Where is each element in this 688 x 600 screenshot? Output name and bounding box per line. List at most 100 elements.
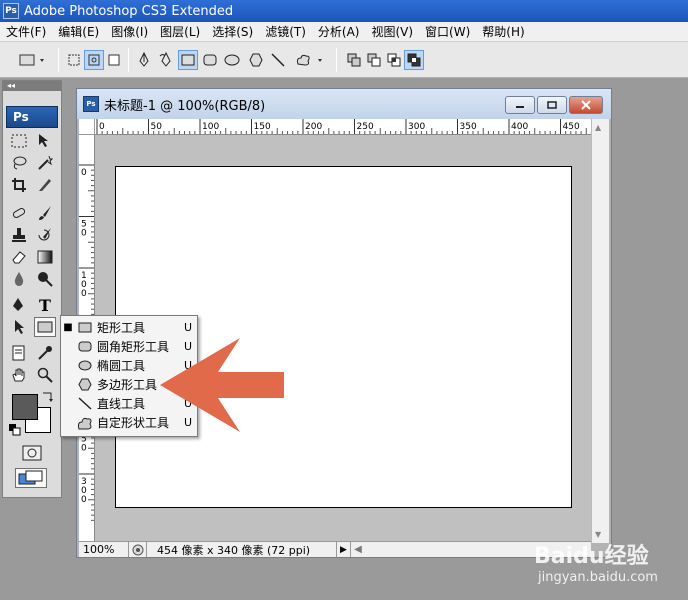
line-option[interactable] — [268, 50, 288, 70]
brush-tool[interactable] — [34, 203, 56, 223]
freeform-pen-icon — [159, 52, 171, 67]
ellipse-option[interactable] — [222, 50, 242, 70]
vertical-scrollbar[interactable]: ▲ ▼ — [591, 119, 609, 543]
rectangle-tool-option[interactable] — [178, 50, 198, 70]
swap-colors-icon[interactable] — [41, 391, 53, 406]
status-bar: 100% 454 像素 x 340 像素 (72 ppi) ▶ ◀ — [79, 541, 591, 557]
healing-brush-tool[interactable] — [8, 203, 30, 223]
tool-preset-picker[interactable] — [16, 50, 50, 70]
maximize-icon — [547, 101, 557, 109]
menu-file[interactable]: 文件(F) — [0, 23, 52, 40]
subtract-shape-button[interactable] — [364, 50, 384, 70]
zoom-tool[interactable] — [34, 365, 56, 385]
menu-bar: 文件(F) 编辑(E) 图像(I) 图层(L) 选择(S) 滤镜(T) 分析(A… — [0, 22, 688, 42]
options-bar — [0, 42, 688, 78]
toolbox-logo[interactable]: Ps — [6, 106, 58, 128]
slice-icon — [39, 179, 51, 191]
eyedropper-icon — [38, 346, 52, 360]
add-to-shape-button[interactable] — [344, 50, 364, 70]
menu-window[interactable]: 窗口(W) — [419, 23, 476, 40]
crop-tool[interactable] — [8, 175, 30, 195]
rectangle-icon — [78, 322, 92, 333]
lasso-tool[interactable] — [8, 153, 30, 173]
exclude-shape-button[interactable] — [404, 50, 424, 70]
horizontal-ruler[interactable]: 0 50 100 150 200 250 300 350 400 450 — [95, 119, 591, 135]
menu-layer[interactable]: 图层(L) — [154, 23, 206, 40]
clone-stamp-icon — [12, 228, 26, 242]
foreground-color-swatch[interactable] — [12, 394, 38, 420]
exclude-shape-icon — [407, 53, 421, 67]
type-tool[interactable]: T — [34, 295, 56, 315]
menu-view[interactable]: 视图(V) — [365, 23, 419, 40]
screen-mode-button[interactable] — [15, 468, 47, 488]
clone-stamp-tool[interactable] — [8, 225, 30, 245]
combine-shape-icon — [347, 53, 361, 67]
maximize-button[interactable] — [537, 96, 567, 114]
dodge-tool[interactable] — [34, 269, 56, 289]
intersect-shape-button[interactable] — [384, 50, 404, 70]
polygon-option[interactable] — [246, 50, 266, 70]
document-title: 未标题-1 @ 100%(RGB/8) — [104, 98, 266, 114]
zoom-level-field[interactable]: 100% — [79, 542, 129, 557]
move-icon — [39, 134, 48, 147]
status-menu-arrow-icon[interactable]: ▶ — [337, 542, 351, 557]
gradient-tool[interactable] — [34, 247, 56, 267]
paths-icon — [88, 54, 100, 66]
hand-tool[interactable] — [8, 365, 30, 385]
move-tool[interactable] — [34, 131, 56, 151]
scroll-up-icon[interactable]: ▲ — [595, 123, 601, 132]
menu-analysis[interactable]: 分析(A) — [312, 23, 366, 40]
menu-filter[interactable]: 滤镜(T) — [259, 23, 312, 40]
ruler-tick-label: 0 — [81, 229, 87, 239]
hand-icon — [12, 368, 25, 382]
separator — [128, 48, 129, 72]
pen-tool-button[interactable] — [134, 50, 154, 70]
document-icon: Ps — [83, 96, 99, 112]
menu-edit[interactable]: 编辑(E) — [52, 23, 105, 40]
type-icon: T — [39, 295, 51, 315]
path-selection-icon — [15, 320, 24, 334]
crop-icon — [12, 178, 26, 192]
shape-layers-button[interactable] — [64, 50, 84, 70]
scroll-left-icon[interactable]: ◀ — [351, 542, 365, 557]
brush-icon — [39, 206, 51, 220]
status-info-icon[interactable] — [129, 542, 147, 557]
toolbox-collapse[interactable]: ◂◂ — [3, 81, 61, 91]
quick-mask-button[interactable] — [21, 443, 43, 463]
eraser-icon — [12, 251, 26, 264]
healing-brush-icon — [12, 208, 26, 218]
custom-shape-icon — [296, 54, 322, 66]
menu-select[interactable]: 选择(S) — [206, 23, 259, 40]
eraser-tool[interactable] — [8, 247, 30, 267]
history-brush-tool[interactable] — [34, 225, 56, 245]
blur-tool[interactable] — [8, 269, 30, 289]
blur-drop-icon — [14, 272, 24, 286]
freeform-pen-button[interactable] — [156, 50, 176, 70]
ruler-origin[interactable] — [79, 119, 95, 135]
path-selection-tool[interactable] — [8, 317, 30, 337]
custom-shape-icon — [77, 417, 92, 429]
ruler-tick-label: 200 — [305, 122, 322, 132]
magic-wand-tool[interactable] — [34, 153, 56, 173]
active-bullet-icon: ■ — [63, 322, 73, 333]
menu-help[interactable]: 帮助(H) — [476, 23, 530, 40]
watermark-url: jingyan.baidu.com — [538, 570, 658, 585]
close-button[interactable] — [569, 96, 603, 114]
notes-tool[interactable] — [8, 343, 30, 363]
rounded-rectangle-icon — [203, 54, 217, 66]
paths-button[interactable] — [84, 50, 104, 70]
shape-tool[interactable] — [34, 317, 56, 337]
slice-tool[interactable] — [34, 175, 56, 195]
default-colors-icon[interactable] — [9, 424, 21, 439]
rounded-rectangle-option[interactable] — [200, 50, 220, 70]
fill-pixels-button[interactable] — [104, 50, 124, 70]
pen-tool[interactable] — [8, 295, 30, 315]
eyedropper-tool[interactable] — [34, 343, 56, 363]
fill-pixels-icon — [108, 54, 120, 66]
marquee-tool[interactable] — [8, 131, 30, 151]
ellipse-icon — [224, 54, 240, 66]
menu-image[interactable]: 图像(I) — [105, 23, 154, 40]
custom-shape-option[interactable] — [292, 50, 326, 70]
flyout-item-rectangle[interactable]: ■ 矩形工具 U — [61, 318, 197, 337]
minimize-button[interactable] — [505, 96, 535, 114]
